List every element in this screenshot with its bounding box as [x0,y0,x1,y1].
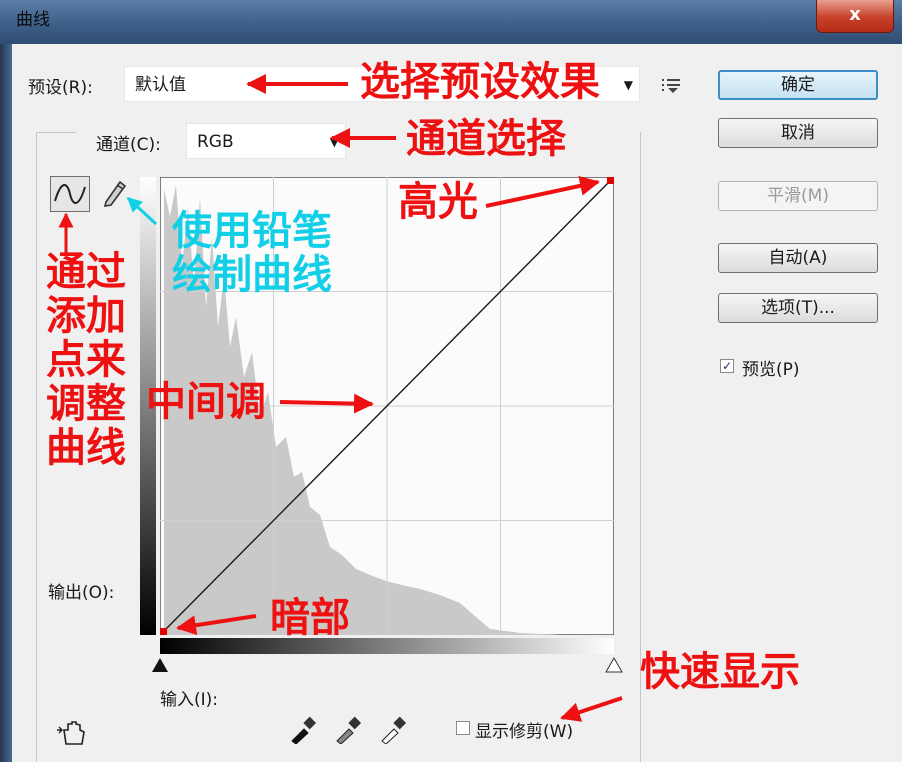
cancel-button[interactable]: 取消 [718,118,878,148]
group-border-top-left [36,132,76,133]
chevron-down-icon: ▼ [623,78,633,92]
channel-select[interactable]: RGB ▼ [186,123,346,159]
close-button[interactable]: x [816,0,894,33]
title-bar[interactable] [0,0,902,44]
preset-label: 预设(R): [28,78,93,98]
annotation-pencil-line1: 使用铅笔 [172,208,332,254]
channel-label: 通道(C): [96,135,161,155]
curve-point-tool-button[interactable] [50,176,90,212]
annotation-pencil-line2: 绘制曲线 [172,252,332,298]
annotation-points-line2: 添加 [46,293,126,339]
auto-button[interactable]: 自动(A) [718,243,878,273]
show-clipping-label: 显示修剪(W) [475,722,574,742]
ok-button[interactable]: 确定 [718,70,878,100]
input-gradient-bar [160,638,614,654]
annotation-channel: 通道选择 [406,116,566,162]
annotation-midtone: 中间调 [146,379,266,425]
preset-value: 默认值 [135,75,186,95]
white-eyedropper-icon[interactable] [378,714,408,744]
output-label: 输出(O): [48,583,115,603]
group-border-left [36,132,37,762]
preview-checkbox[interactable]: ✓ [720,359,734,373]
annotation-points-line3: 点来 [46,337,126,383]
highlight-point[interactable] [607,177,614,184]
preset-menu-icon[interactable] [660,76,684,94]
input-label: 输入(I): [160,690,219,710]
annotation-points-line5: 曲线 [46,425,126,471]
annotation-points-line1: 通过 [46,249,126,295]
preview-label: 预览(P) [742,360,800,380]
channel-value: RGB [197,132,234,152]
pencil-icon[interactable] [98,176,130,208]
shadow-point[interactable] [160,628,167,635]
smooth-button[interactable]: 平滑(M) [718,181,878,211]
annotation-points-line4: 调整 [46,381,126,427]
annotation-highlight: 高光 [398,179,478,225]
annotation-clipping: 快速显示 [640,649,800,695]
hand-adjust-icon[interactable] [54,716,90,748]
gray-eyedropper-icon[interactable] [333,714,363,744]
black-eyedropper-icon[interactable] [288,714,318,744]
options-button[interactable]: 选项(T)... [718,293,878,323]
white-point-slider[interactable] [605,657,623,673]
black-point-slider[interactable] [151,657,169,673]
annotation-preset: 选择预设效果 [360,59,600,105]
window-title: 曲线 [16,10,50,30]
show-clipping-checkbox[interactable] [456,721,470,735]
curve-point-icon [54,184,86,204]
annotation-shadow: 暗部 [270,595,350,641]
chevron-down-icon: ▼ [329,135,339,149]
window-frame [0,0,12,762]
